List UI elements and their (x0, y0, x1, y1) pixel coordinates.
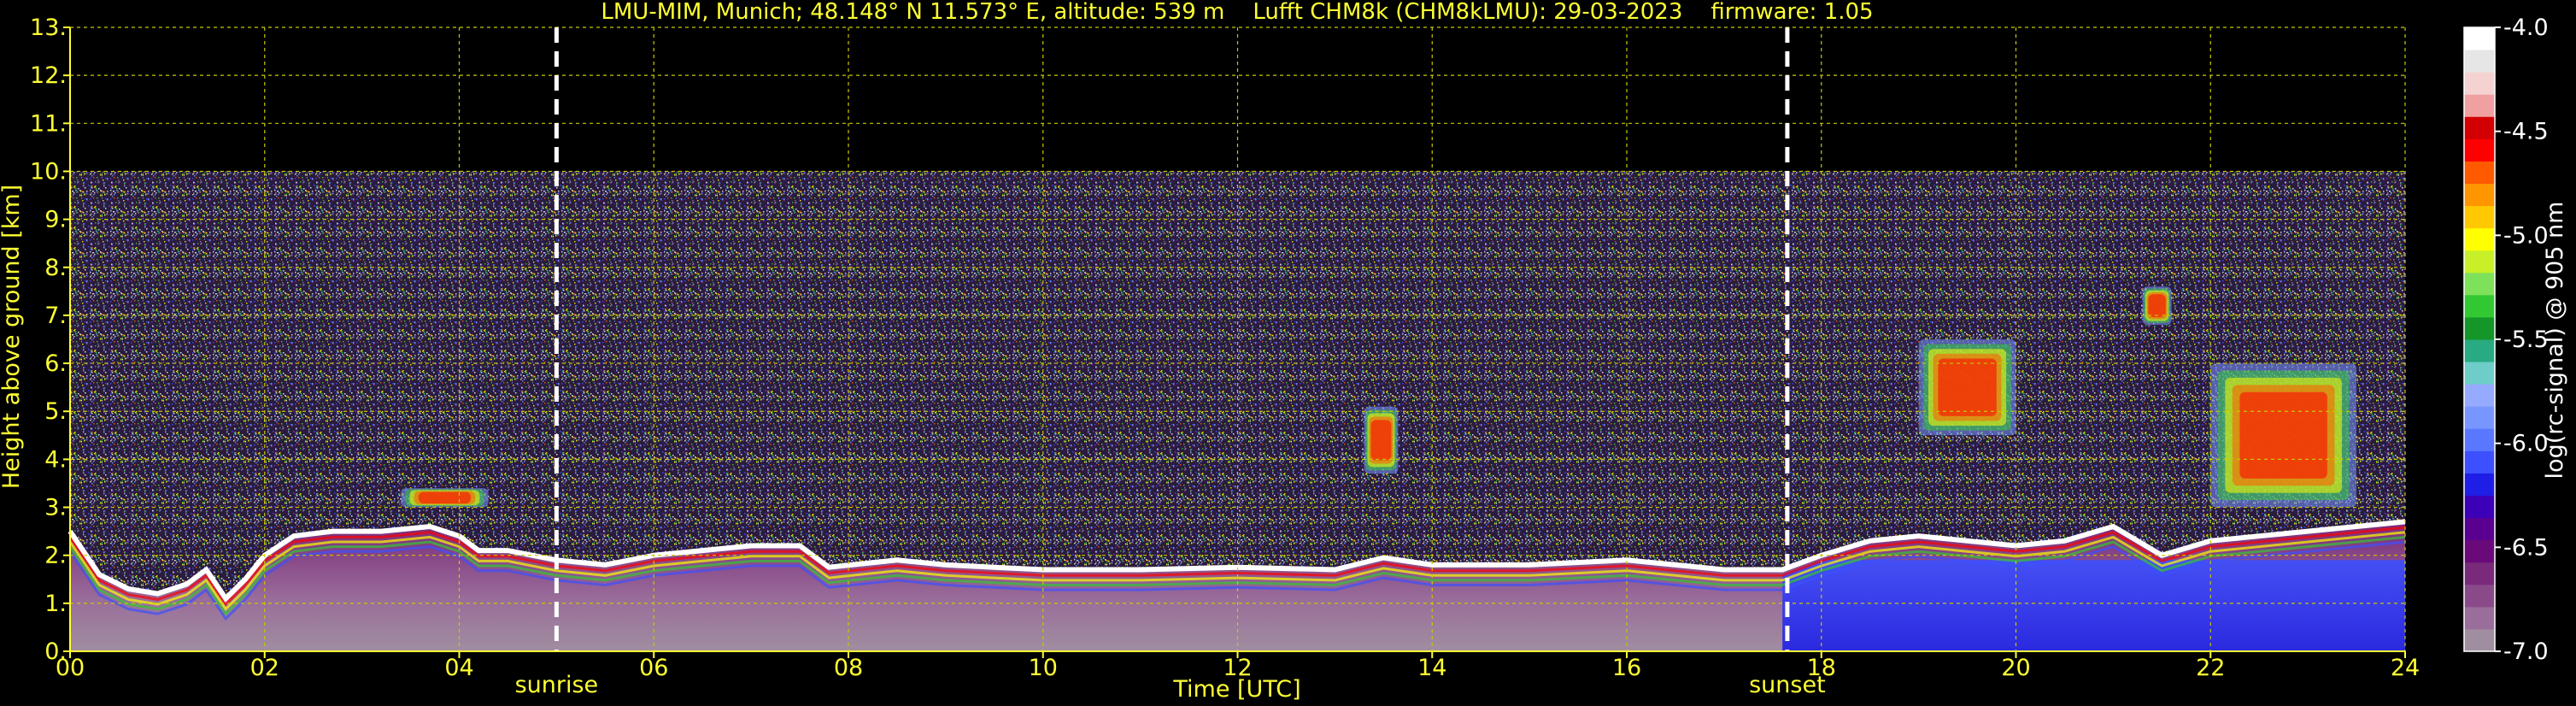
x-tick-label: 24 (2391, 655, 2420, 681)
y-tick-label: 2. (44, 543, 67, 569)
colorbar-swatch (2464, 116, 2495, 139)
colorbar-swatch (2464, 606, 2495, 630)
y-tick-label: 12. (30, 62, 67, 89)
ceilometer-plot: LMU-MIM, Munich; 48.148° N 11.573° E, al… (0, 0, 2576, 706)
colorbar-swatch (2464, 362, 2495, 385)
y-tick-label: 1. (44, 591, 67, 617)
colorbar-swatch (2464, 473, 2495, 496)
colorbar-swatch (2464, 339, 2495, 362)
y-tick-label: 6. (44, 350, 67, 377)
x-tick-label: 02 (250, 655, 279, 681)
colorbar-swatch (2464, 384, 2495, 407)
y-tick-label: 7. (44, 303, 67, 329)
cloud-patch (401, 488, 489, 508)
cloud-patch (1918, 339, 2016, 436)
y-tick-label: 11. (30, 110, 67, 137)
y-tick-label: 4. (44, 446, 67, 473)
colorbar-swatch (2464, 517, 2495, 541)
colorbar-swatch (2464, 294, 2495, 318)
colorbar-swatch (2464, 94, 2495, 117)
x-tick-label: 22 (2196, 655, 2225, 681)
x-tick-label: 04 (444, 655, 473, 681)
colorbar-swatch (2464, 250, 2495, 274)
y-axis-label: Height above ground [km] (0, 185, 25, 489)
colorbar-swatch (2464, 161, 2495, 184)
y-tick-label: 5. (44, 398, 67, 425)
event-label-sunrise: sunrise (515, 672, 599, 698)
colorbar-swatch (2464, 72, 2495, 95)
colorbar-swatch (2464, 50, 2495, 73)
y-tick-label: 9. (44, 207, 67, 233)
colorbar-tick-label: -4.5 (2503, 119, 2549, 145)
colorbar-swatch (2464, 495, 2495, 519)
colorbar-swatch (2464, 138, 2495, 162)
colorbar-tick-label: -6.5 (2503, 534, 2549, 561)
cloud-patch (2210, 363, 2357, 508)
cloud-patch (1364, 406, 1399, 474)
x-tick-label: 10 (1029, 655, 1058, 681)
x-tick-label: 18 (1807, 655, 1836, 681)
cloud-patch (2142, 286, 2172, 326)
colorbar-swatch (2464, 272, 2495, 296)
colorbar-swatch (2464, 227, 2495, 251)
colorbar-swatch (2464, 183, 2495, 207)
colorbar-swatch (2464, 562, 2495, 585)
y-tick-label: 3. (44, 495, 67, 521)
colorbar-label: log(rc-signal) @ 905 nm (2542, 202, 2568, 479)
x-tick-label: 16 (1612, 655, 1641, 681)
colorbar-swatch (2464, 205, 2495, 229)
colorbar-tick-label: -4.0 (2503, 15, 2549, 41)
y-tick-label: 8. (44, 255, 67, 281)
y-tick-label: 10. (30, 158, 67, 185)
x-tick-label: 20 (2001, 655, 2030, 681)
colorbar-swatch (2464, 584, 2495, 608)
colorbar-tick-label: -7.0 (2503, 638, 2549, 665)
colorbar-swatch (2464, 450, 2495, 474)
colorbar-swatch (2464, 316, 2495, 340)
colorbar-swatch (2464, 27, 2495, 50)
colorbar-swatch (2464, 539, 2495, 563)
colorbar-swatch (2464, 406, 2495, 429)
x-axis-label: Time [UTC] (1172, 676, 1300, 703)
y-tick-label: 0. (44, 638, 67, 665)
x-tick-label: 08 (834, 655, 863, 681)
evening-boundary-layer-fill (1782, 560, 2405, 651)
colorbar-swatch (2464, 428, 2495, 451)
chart-title: LMU-MIM, Munich; 48.148° N 11.573° E, al… (601, 0, 1873, 25)
x-tick-label: 06 (639, 655, 668, 681)
y-tick-label: 13. (30, 15, 67, 41)
colorbar-swatch (2464, 628, 2495, 652)
x-tick-label: 14 (1417, 655, 1446, 681)
